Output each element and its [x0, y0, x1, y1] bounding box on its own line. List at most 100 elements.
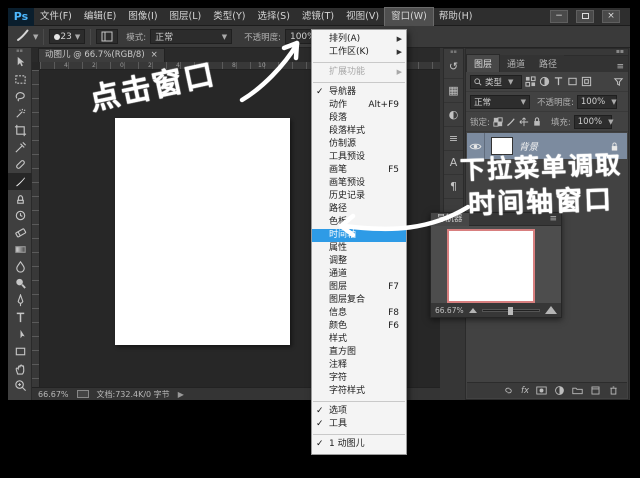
minimize-button[interactable]: −: [550, 10, 568, 23]
rectangular-marquee-tool[interactable]: [8, 71, 32, 88]
layer-effects-icon[interactable]: fx: [521, 386, 529, 396]
fill-select[interactable]: 100%▼: [574, 115, 612, 129]
zoom-level-field[interactable]: 66.67%: [38, 390, 69, 399]
menu-window[interactable]: 窗口(W): [385, 8, 433, 26]
spot-healing-brush-tool[interactable]: [8, 156, 32, 173]
menu-view[interactable]: 视图(V): [340, 8, 385, 26]
zoom-out-icon[interactable]: [469, 308, 477, 313]
menu-item-info[interactable]: 信息F8: [312, 307, 406, 320]
close-button[interactable]: ×: [602, 10, 620, 23]
new-layer-icon[interactable]: [590, 385, 601, 396]
blend-mode-select[interactable]: 正常 ▼: [150, 29, 232, 44]
tab-channels[interactable]: 通道: [500, 55, 532, 72]
menu-edit[interactable]: 编辑(E): [78, 8, 122, 26]
menu-file[interactable]: 文件(F): [34, 8, 78, 26]
filter-smart-objects-icon[interactable]: [581, 76, 592, 87]
history-panel-icon[interactable]: ↺: [444, 55, 463, 79]
menu-item-tools[interactable]: ✓工具: [312, 418, 406, 431]
path-selection-tool[interactable]: [8, 326, 32, 343]
filter-toggle-icon[interactable]: [613, 76, 624, 87]
layer-opacity-select[interactable]: 100%▼: [577, 95, 617, 109]
type-tool[interactable]: [8, 309, 32, 326]
tab-layers[interactable]: 图层: [466, 54, 500, 72]
menu-item-paths[interactable]: 路径: [312, 203, 406, 216]
menu-item-layer-comps[interactable]: 图层复合: [312, 294, 406, 307]
menu-item-brush[interactable]: 画笔F5: [312, 164, 406, 177]
menu-item-navigator[interactable]: ✓导航器: [312, 86, 406, 99]
menu-item-character-styles[interactable]: 字符样式: [312, 385, 406, 398]
document-tab[interactable]: 动图儿 @ 66.7%(RGB/8) ×: [38, 48, 165, 62]
menu-item-layers[interactable]: 图层F7: [312, 281, 406, 294]
dodge-tool[interactable]: [8, 275, 32, 292]
menu-item-histogram[interactable]: 直方图: [312, 346, 406, 359]
menu-item-channels[interactable]: 通道: [312, 268, 406, 281]
crop-tool[interactable]: [8, 122, 32, 139]
panel-menu-icon[interactable]: ≡: [616, 62, 628, 72]
canvas[interactable]: [115, 118, 290, 345]
swatches-panel-icon[interactable]: ▦: [444, 79, 463, 103]
menu-layer[interactable]: 图层(L): [164, 8, 208, 26]
layer-blend-mode-select[interactable]: 正常▼: [470, 95, 530, 109]
add-mask-icon[interactable]: [536, 385, 547, 396]
adjustments-panel-icon[interactable]: ◐: [444, 103, 463, 127]
zoom-in-icon[interactable]: [545, 306, 557, 314]
filter-adjustment-layers-icon[interactable]: [539, 76, 550, 87]
toggle-brush-panel-button[interactable]: [96, 29, 118, 44]
filter-shape-layers-icon[interactable]: [567, 76, 578, 87]
menu-item-styles[interactable]: 样式: [312, 333, 406, 346]
menu-item-swatches[interactable]: 色板: [312, 216, 406, 229]
new-group-icon[interactable]: [572, 385, 583, 396]
tab-navigator[interactable]: 导航器: [431, 213, 469, 226]
menu-item-brush-presets[interactable]: 画笔预设: [312, 177, 406, 190]
history-brush-tool[interactable]: [8, 207, 32, 224]
menu-item-paragraph-styles[interactable]: 段落样式: [312, 125, 406, 138]
menu-item-paragraph[interactable]: 段落: [312, 112, 406, 125]
move-tool[interactable]: [8, 54, 32, 71]
tab-paths[interactable]: 路径: [532, 55, 564, 72]
eraser-tool[interactable]: [8, 224, 32, 241]
chevron-down-icon[interactable]: ▼: [33, 33, 38, 41]
pen-tool[interactable]: [8, 292, 32, 309]
filter-pixel-layers-icon[interactable]: [525, 76, 536, 87]
blur-tool[interactable]: [8, 258, 32, 275]
lock-paint-icon[interactable]: [506, 117, 516, 127]
lock-position-icon[interactable]: [519, 117, 529, 127]
menu-item-history[interactable]: 历史记录: [312, 190, 406, 203]
eyedropper-tool[interactable]: [8, 139, 32, 156]
menu-item-character[interactable]: 字符: [312, 372, 406, 385]
brush-tool[interactable]: [8, 173, 32, 190]
clone-stamp-tool[interactable]: [8, 190, 32, 207]
properties-panel-icon[interactable]: ≡: [444, 127, 463, 151]
filter-type-layers-icon[interactable]: [553, 76, 564, 87]
menu-item-notes[interactable]: 注释: [312, 359, 406, 372]
delete-layer-icon[interactable]: [608, 385, 619, 396]
menu-item-adjustments[interactable]: 调整: [312, 255, 406, 268]
zoom-slider[interactable]: [482, 309, 540, 312]
menu-item-color[interactable]: 颜色F6: [312, 320, 406, 333]
menu-item-properties[interactable]: 属性: [312, 242, 406, 255]
menu-item-arrange[interactable]: 排列(A)▶: [312, 33, 406, 46]
rectangle-tool[interactable]: [8, 343, 32, 360]
filter-type-select[interactable]: 类型 ▼: [470, 75, 522, 89]
menu-item-options[interactable]: ✓选项: [312, 405, 406, 418]
status-arrow-icon[interactable]: ▶: [178, 390, 184, 399]
lock-all-icon[interactable]: [532, 116, 542, 127]
menu-help[interactable]: 帮助(H): [433, 8, 479, 26]
magic-wand-tool[interactable]: [8, 105, 32, 122]
menu-item-actions[interactable]: 动作Alt+F9: [312, 99, 406, 112]
gradient-tool[interactable]: [8, 241, 32, 258]
menu-type[interactable]: 类型(Y): [207, 8, 251, 26]
maximize-button[interactable]: [576, 10, 594, 23]
menu-item-workspace[interactable]: 工作区(K)▶: [312, 46, 406, 59]
brush-tool-icon[interactable]: [16, 28, 30, 45]
menu-filter[interactable]: 滤镜(T): [296, 8, 340, 26]
hand-tool[interactable]: [8, 360, 32, 377]
navigator-zoom-field[interactable]: 66.67%: [435, 306, 464, 315]
menu-image[interactable]: 图像(I): [122, 8, 163, 26]
menu-item-timeline[interactable]: 时间轴: [312, 229, 406, 242]
navigator-proxy-view[interactable]: [449, 231, 533, 301]
lock-transparency-icon[interactable]: [493, 117, 503, 127]
menu-item-document-1[interactable]: ✓1 动图儿: [312, 438, 406, 451]
adjustment-layer-icon[interactable]: [554, 385, 565, 396]
brush-preset-picker[interactable]: 23 ▼: [49, 29, 85, 44]
